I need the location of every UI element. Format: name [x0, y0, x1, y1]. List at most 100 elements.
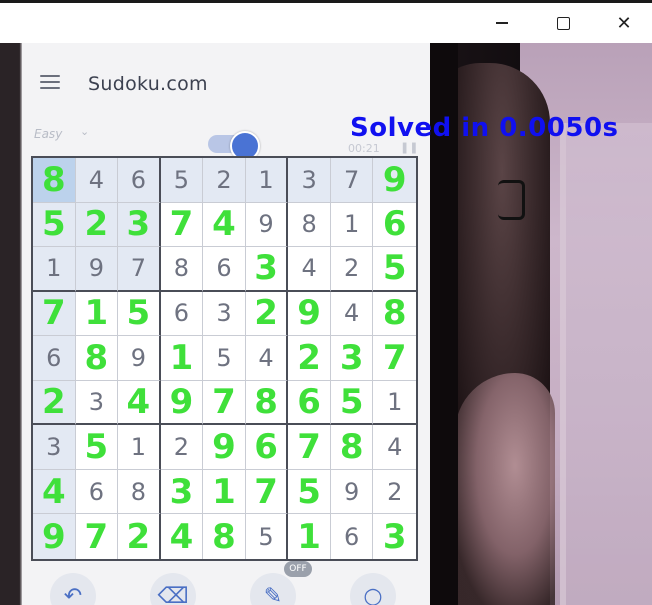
sudoku-cell[interactable]: 3: [288, 158, 331, 203]
close-button[interactable]: ✕: [594, 3, 652, 43]
sudoku-cell[interactable]: 4: [203, 202, 246, 248]
sudoku-cell[interactable]: 2: [373, 470, 416, 515]
sudoku-cell[interactable]: 1: [330, 202, 374, 248]
sudoku-cell[interactable]: 7: [118, 247, 161, 292]
sudoku-cell[interactable]: 6: [331, 514, 374, 559]
sudoku-cell[interactable]: 3: [118, 202, 161, 248]
sudoku-cell[interactable]: 3: [203, 291, 246, 337]
given-digit: 6: [130, 165, 147, 194]
sudoku-cell[interactable]: 3: [330, 336, 374, 381]
sudoku-cell[interactable]: 6: [373, 203, 416, 248]
maximize-button[interactable]: [533, 3, 593, 43]
sudoku-cell[interactable]: 4: [288, 247, 331, 292]
sudoku-cell[interactable]: 7: [288, 425, 331, 470]
sudoku-cell[interactable]: 1: [373, 381, 416, 426]
sudoku-cell[interactable]: 4: [161, 514, 204, 559]
sudoku-cell[interactable]: 4: [330, 291, 374, 337]
sudoku-cell[interactable]: 8: [373, 292, 416, 337]
sudoku-cell[interactable]: 1: [203, 469, 246, 515]
sudoku-cell[interactable]: 8: [203, 514, 246, 559]
sudoku-cell[interactable]: 9: [75, 247, 119, 292]
sudoku-cell[interactable]: 7: [160, 202, 204, 248]
sudoku-cell[interactable]: 4: [75, 158, 119, 203]
sudoku-cell[interactable]: 7: [203, 380, 246, 426]
sudoku-cell[interactable]: 7: [373, 336, 416, 381]
sudoku-cell[interactable]: 5: [330, 380, 374, 426]
sudoku-cell[interactable]: 5: [160, 158, 204, 203]
sudoku-cell[interactable]: 7: [245, 469, 289, 515]
given-digit: 1: [258, 165, 274, 194]
sudoku-cell[interactable]: 8: [75, 336, 119, 381]
sudoku-cell[interactable]: 8: [330, 425, 374, 470]
hint-button[interactable]: ○: [350, 573, 396, 605]
sudoku-cell[interactable]: 8: [160, 247, 204, 292]
sudoku-cell[interactable]: 5: [75, 425, 119, 470]
solved-digit: 1: [84, 293, 109, 334]
sudoku-cell[interactable]: 1: [160, 336, 204, 381]
sudoku-cell[interactable]: 4: [33, 469, 76, 515]
sudoku-cell[interactable]: 1: [118, 425, 161, 470]
erase-button[interactable]: ⌫: [150, 573, 196, 605]
difficulty-selector[interactable]: Easy: [34, 127, 62, 141]
minimize-button[interactable]: [472, 3, 532, 43]
sudoku-cell[interactable]: 7: [76, 514, 119, 559]
sudoku-cell[interactable]: 6: [203, 247, 246, 292]
sudoku-cell[interactable]: 3: [160, 469, 204, 515]
undo-icon: ↶: [63, 583, 83, 605]
sudoku-cell[interactable]: 5: [288, 469, 331, 515]
sudoku-cell[interactable]: 5: [373, 247, 416, 292]
sudoku-cell[interactable]: 8: [118, 469, 161, 515]
solved-digit: 7: [84, 516, 109, 557]
sudoku-cell[interactable]: 9: [203, 425, 246, 470]
sudoku-cell[interactable]: 8: [245, 380, 289, 426]
sudoku-cell[interactable]: 9: [160, 380, 204, 426]
sudoku-cell[interactable]: 1: [288, 514, 331, 559]
sudoku-cell[interactable]: 2: [160, 425, 204, 470]
sudoku-cell[interactable]: 9: [288, 291, 331, 337]
solved-digit: 1: [212, 471, 236, 512]
sudoku-cell[interactable]: 3: [245, 247, 289, 292]
sudoku-cell[interactable]: 2: [118, 514, 161, 559]
sudoku-cell[interactable]: 5: [246, 514, 289, 559]
menu-icon[interactable]: [40, 75, 60, 89]
sudoku-cell[interactable]: 9: [33, 514, 76, 559]
undo-button[interactable]: ↶: [50, 573, 96, 605]
sudoku-cell[interactable]: 5: [203, 336, 246, 381]
sudoku-cell[interactable]: 6: [288, 380, 331, 426]
sudoku-cell[interactable]: 5: [118, 291, 161, 337]
sudoku-cell[interactable]: 2: [33, 380, 76, 426]
sudoku-cell[interactable]: 2: [203, 158, 246, 203]
solved-digit: 7: [41, 293, 66, 334]
sudoku-cell[interactable]: 6: [33, 336, 76, 381]
sudoku-cell[interactable]: 4: [373, 425, 416, 470]
sudoku-cell[interactable]: 9: [373, 158, 416, 203]
sudoku-cell[interactable]: 3: [75, 380, 119, 426]
sudoku-cell[interactable]: 8: [33, 158, 76, 203]
sudoku-cell[interactable]: 3: [373, 514, 416, 559]
sudoku-cell[interactable]: 4: [245, 336, 289, 381]
sudoku-cell[interactable]: 3: [33, 425, 76, 470]
sudoku-cell[interactable]: 7: [330, 158, 374, 203]
sudoku-cell[interactable]: 1: [245, 158, 289, 203]
sudoku-cell[interactable]: 9: [118, 336, 161, 381]
sudoku-cell[interactable]: 6: [160, 291, 204, 337]
pencil-button[interactable]: ✎: [250, 573, 296, 605]
sudoku-cell[interactable]: 5: [33, 202, 76, 248]
sudoku-cell[interactable]: 9: [245, 202, 289, 248]
sudoku-cell[interactable]: 2: [245, 291, 289, 337]
sudoku-cell[interactable]: 2: [75, 202, 119, 248]
sudoku-cell[interactable]: 4: [118, 380, 161, 426]
solved-digit: 7: [212, 382, 236, 423]
solved-digit: 4: [126, 382, 151, 423]
sudoku-cell[interactable]: 6: [245, 425, 289, 470]
sudoku-cell[interactable]: 8: [288, 202, 331, 248]
solved-digit: 5: [126, 293, 151, 334]
sudoku-cell[interactable]: 6: [118, 158, 161, 203]
sudoku-cell[interactable]: 6: [75, 469, 119, 515]
sudoku-cell[interactable]: 7: [33, 291, 76, 337]
sudoku-cell[interactable]: 1: [75, 291, 119, 337]
sudoku-cell[interactable]: 9: [330, 469, 374, 515]
sudoku-cell[interactable]: 2: [288, 336, 331, 381]
sudoku-cell[interactable]: 2: [330, 247, 374, 292]
sudoku-cell[interactable]: 1: [33, 247, 76, 292]
